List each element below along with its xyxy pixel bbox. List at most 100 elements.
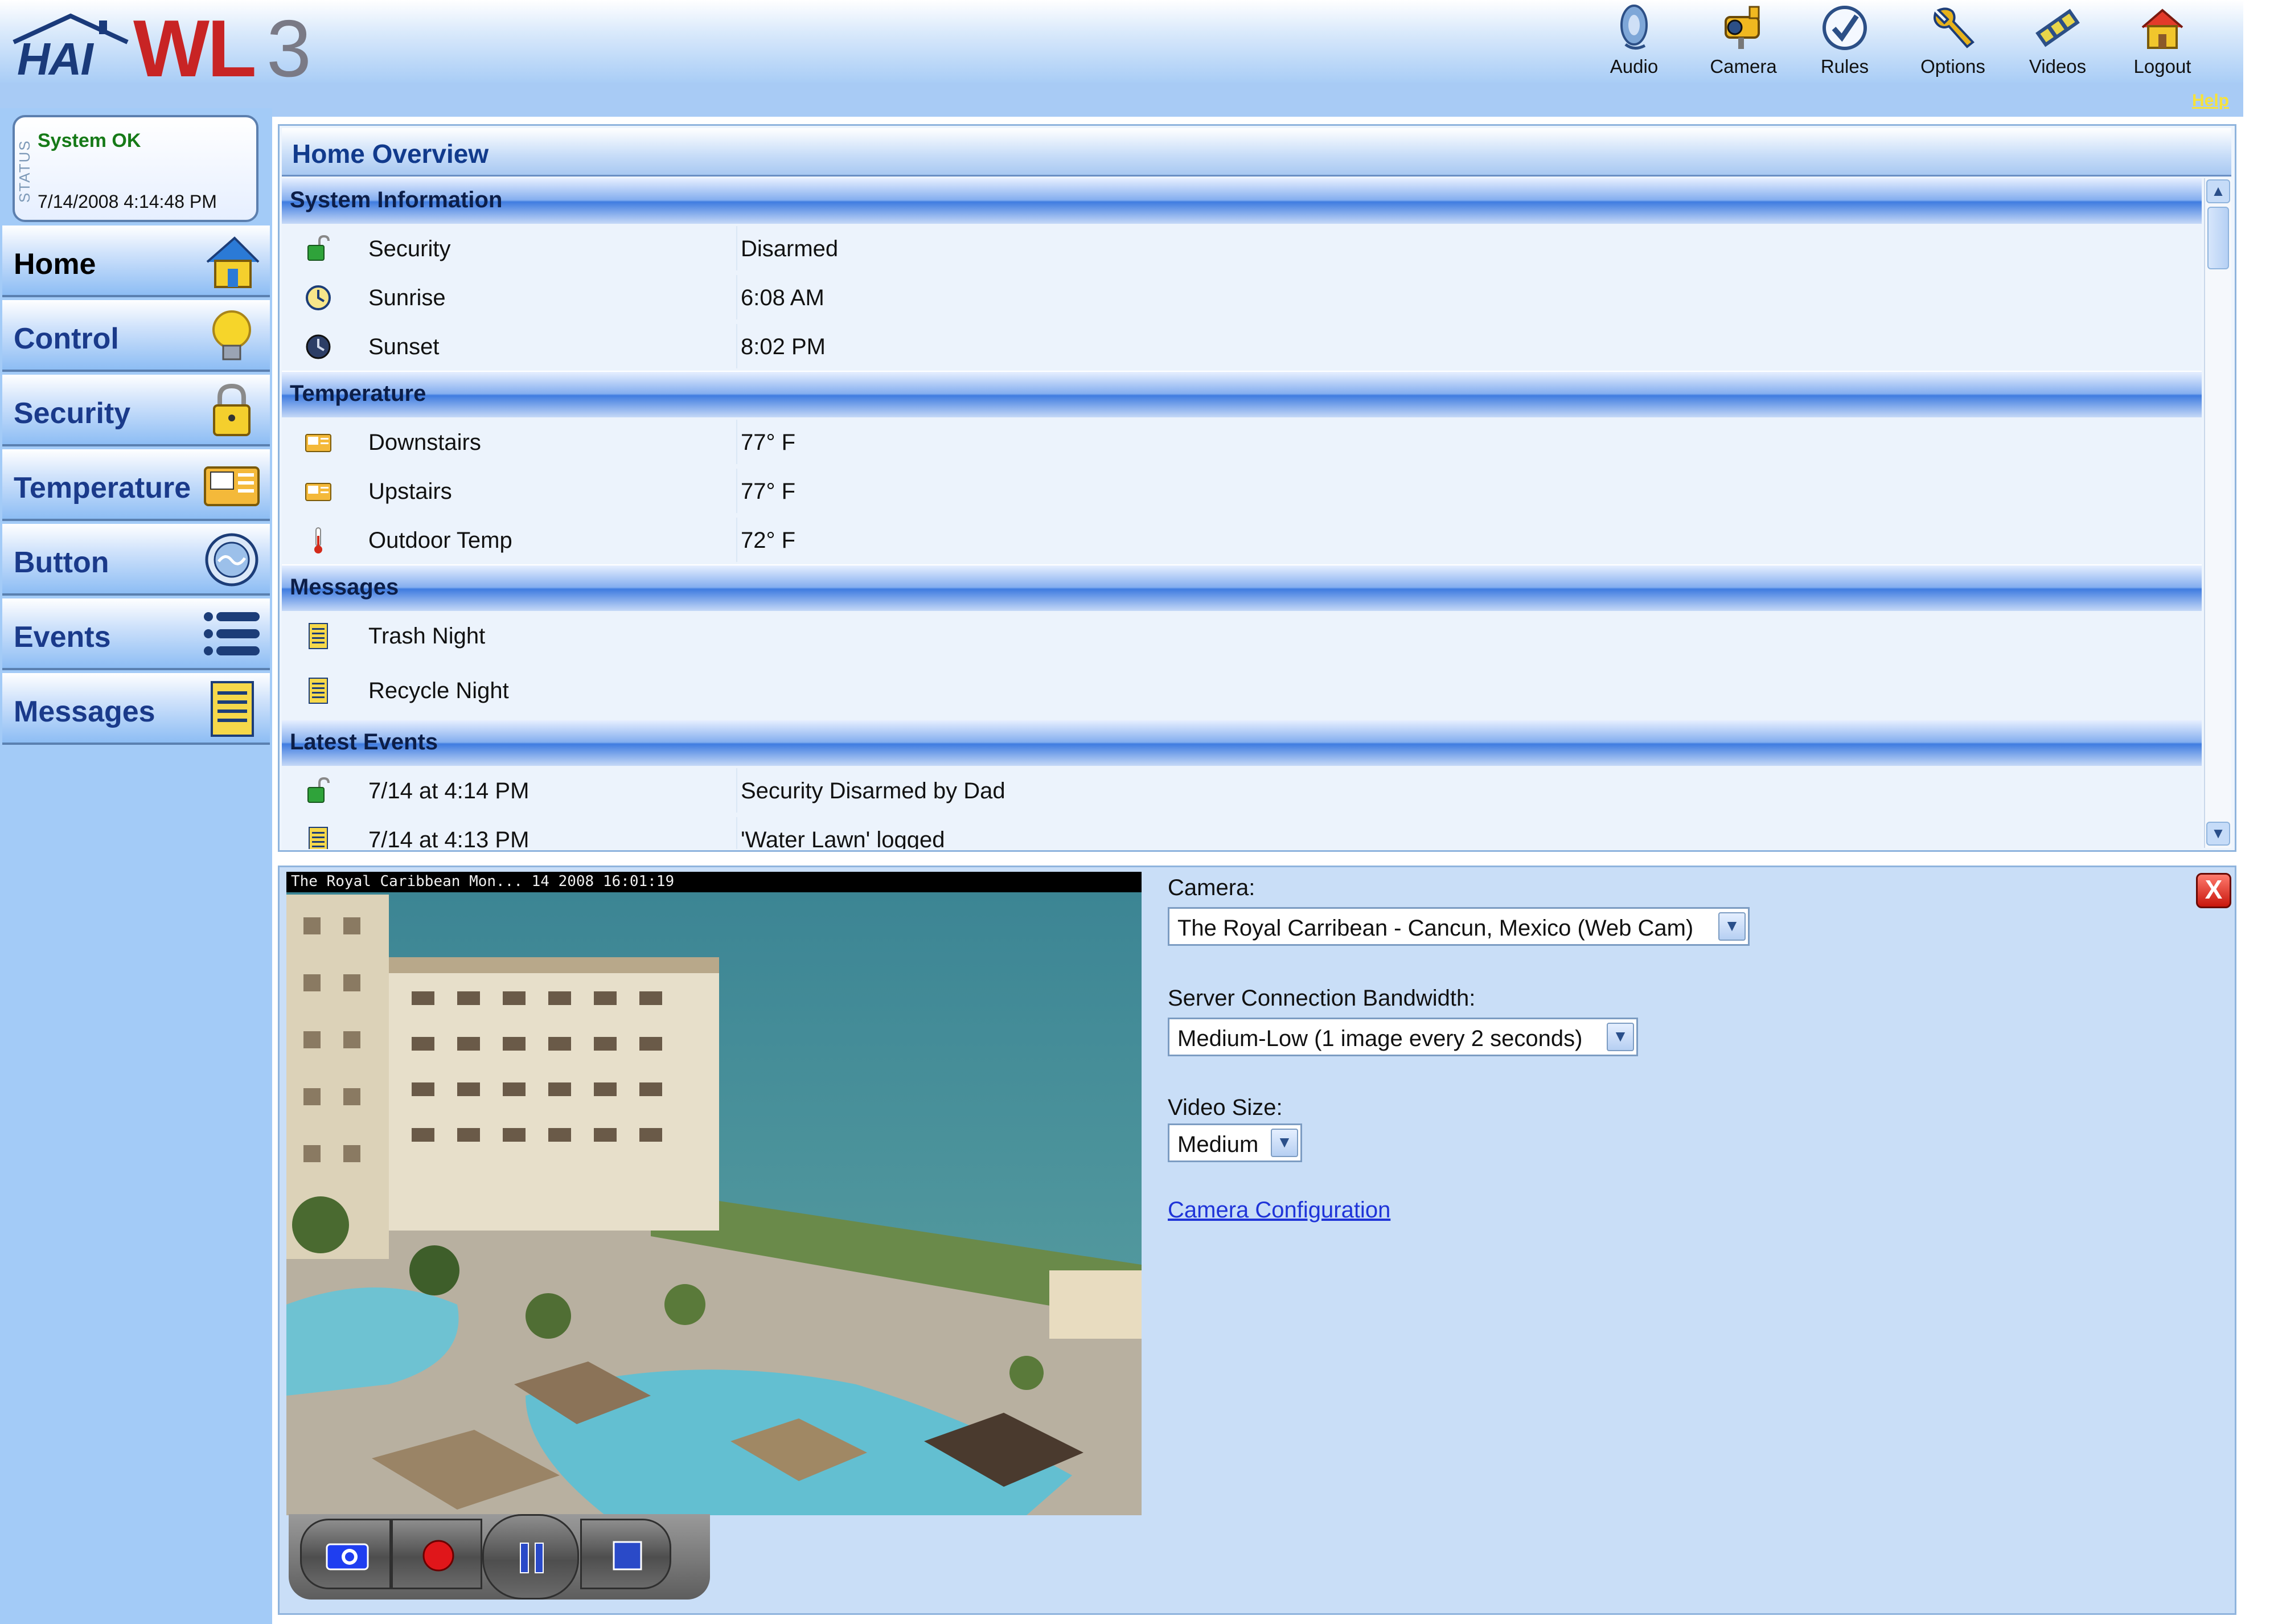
sidebar-item-label: Temperature [14, 471, 191, 505]
clock-icon [306, 285, 331, 310]
record-button[interactable] [391, 1519, 482, 1589]
overview-list: System Information Security Disarmed Sun… [282, 178, 2202, 849]
camera-select[interactable]: The Royal Carribean - Cancun, Mexico (We… [1168, 907, 1750, 946]
toolbar-rules-button[interactable]: Rules [1793, 2, 1896, 82]
list-item[interactable]: 7/14 at 4:13 PM 'Water Lawn' logged [282, 815, 2202, 849]
checkmark-icon [1823, 6, 1867, 50]
list-item[interactable]: Upstairs 77° F [282, 466, 2202, 516]
lightbulb-icon [212, 310, 251, 360]
section-header-events: Latest Events [282, 720, 2202, 766]
camera-select-value: The Royal Carribean - Cancun, Mexico (We… [1177, 916, 1694, 941]
sidebar-item-label: Home [14, 248, 96, 281]
overview-title-bar: Home Overview [282, 128, 2231, 177]
stop-button[interactable] [580, 1519, 671, 1589]
toolbar-logout-button[interactable]: Logout [2111, 2, 2214, 82]
toolbar-camera-label: Camera [1710, 56, 1777, 77]
chevron-down-icon[interactable]: ▼ [1607, 1023, 1634, 1051]
sidebar-item-events[interactable]: Events [2, 598, 270, 670]
column-divider [736, 518, 737, 562]
row-label: Recycle Night [368, 678, 509, 703]
sidebar-item-security[interactable]: Security [2, 375, 270, 446]
status-text: System OK [38, 130, 141, 151]
column-divider [736, 420, 737, 464]
column-divider [736, 226, 737, 270]
logo-hai-text: HAI [17, 34, 93, 84]
row-value: 77° F [741, 430, 796, 455]
camera-configuration-link[interactable]: Camera Configuration [1168, 1198, 1390, 1223]
sidebar-item-label: Events [14, 621, 111, 654]
thermometer-icon [314, 527, 322, 553]
bandwidth-select[interactable]: Medium-Low (1 image every 2 seconds) ▼ [1168, 1018, 1638, 1056]
scroll-down-button[interactable]: ▼ [2206, 822, 2230, 846]
list-item[interactable]: Recycle Night [282, 666, 2202, 721]
scroll-up-button[interactable]: ▲ [2206, 179, 2230, 203]
bandwidth-select-value: Medium-Low (1 image every 2 seconds) [1177, 1026, 1583, 1051]
house-icon [206, 236, 260, 288]
top-toolbar: Audio Camera Rules Options Videos Logout [1583, 2, 2232, 82]
thermostat-icon [204, 466, 260, 506]
moon-clock-icon [306, 334, 331, 359]
camera-control-bar [289, 1514, 710, 1611]
home-overview-panel: Home Overview System Information Securit… [278, 124, 2236, 852]
toolbar-logout-label: Logout [2133, 56, 2191, 77]
toolbar-videos-label: Videos [2029, 56, 2087, 77]
camera-icon [1725, 6, 1760, 49]
status-panel: STATUS System OK 7/14/2008 4:14:48 PM [13, 115, 258, 222]
sidebar-item-label: Button [14, 546, 109, 579]
close-camera-button[interactable]: X [2196, 873, 2231, 908]
sidebar-item-button[interactable]: Button [2, 524, 270, 596]
row-label: 7/14 at 4:14 PM [368, 778, 529, 803]
section-header-temperature: Temperature [282, 372, 2202, 417]
chevron-down-icon[interactable]: ▼ [1271, 1129, 1298, 1157]
sidebar-item-messages[interactable]: Messages [2, 673, 270, 745]
header-strip [0, 83, 2243, 117]
page-title: Home Overview [292, 139, 489, 169]
row-value: 6:08 AM [741, 285, 824, 310]
camera-caption: The Royal Caribbean Mon... 14 2008 16:01… [291, 873, 675, 890]
section-header-system: System Information [282, 178, 2202, 224]
camera-field-label: Camera: [1168, 875, 1255, 900]
camera-panel: The Royal Caribbean Mon... 14 2008 16:01… [278, 866, 2236, 1615]
document-icon [309, 678, 328, 704]
column-divider [736, 275, 737, 319]
unlocked-padlock-icon [307, 777, 330, 803]
camera-video-feed: The Royal Caribbean Mon... 14 2008 16:01… [286, 872, 1142, 1515]
chevron-down-icon[interactable]: ▼ [1718, 912, 1746, 941]
row-value: 8:02 PM [741, 334, 826, 359]
film-icon [2035, 9, 2080, 47]
sidebar-item-control[interactable]: Control [2, 300, 270, 372]
section-title: System Information [290, 187, 503, 212]
toolbar-audio-button[interactable]: Audio [1583, 2, 1685, 82]
video-size-select[interactable]: Medium ▼ [1168, 1123, 1302, 1162]
list-item[interactable]: 7/14 at 4:14 PM Security Disarmed by Dad [282, 766, 2202, 816]
document-icon [211, 681, 254, 737]
header-bar: HAI WL 3 Audio Camera Rules Options Vide… [0, 0, 2243, 94]
house-exit-icon [2141, 9, 2183, 49]
row-label: Downstairs [368, 430, 481, 455]
help-link[interactable]: Help [2192, 91, 2229, 110]
column-divider [736, 324, 737, 368]
list-item[interactable]: Outdoor Temp 72° F [282, 515, 2202, 565]
status-datetime: 7/14/2008 4:14:48 PM [38, 191, 217, 212]
list-item[interactable]: Security Disarmed [282, 224, 2202, 274]
list-item[interactable]: Sunrise 6:08 AM [282, 273, 2202, 323]
list-item[interactable]: Downstairs 77° F [282, 417, 2202, 467]
snapshot-button[interactable] [300, 1519, 391, 1589]
toolbar-options-button[interactable]: Options [1902, 2, 2004, 82]
toolbar-videos-button[interactable]: Videos [2006, 2, 2109, 82]
pause-button[interactable] [482, 1514, 579, 1600]
stop-icon [613, 1541, 642, 1570]
thermostat-icon [305, 434, 331, 452]
list-item[interactable]: Sunset 8:02 PM [282, 322, 2202, 372]
sidebar-item-temperature[interactable]: Temperature [2, 449, 270, 521]
list-item[interactable]: Trash Night [282, 611, 2202, 667]
hai-wl3-logo: HAI WL 3 [8, 3, 315, 94]
row-label: Sunset [368, 334, 440, 359]
toolbar-camera-button[interactable]: Camera [1692, 2, 1795, 82]
row-label: Upstairs [368, 479, 452, 504]
row-label: Trash Night [368, 624, 486, 649]
overview-scrollbar[interactable]: ▲ ▼ [2204, 178, 2231, 848]
sidebar-item-home[interactable]: Home [2, 225, 270, 297]
wrench-icon [1934, 7, 1975, 48]
scrollbar-thumb[interactable] [2207, 207, 2229, 269]
